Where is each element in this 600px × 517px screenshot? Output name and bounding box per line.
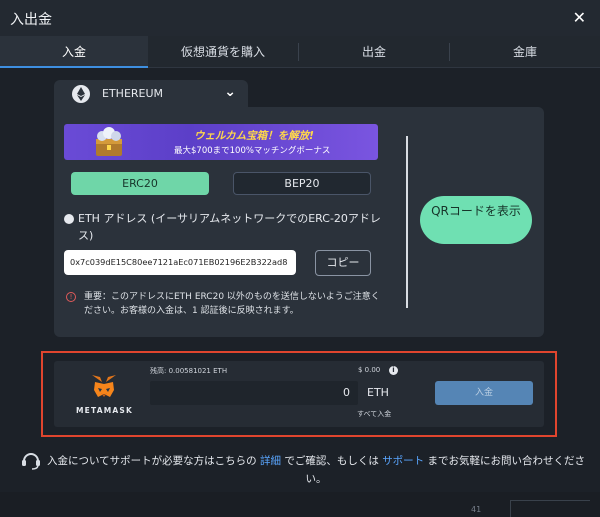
chevron-down-icon[interactable]: ⌄	[224, 84, 236, 100]
ethereum-small-icon	[64, 214, 74, 224]
vertical-divider	[406, 136, 408, 308]
background-element	[510, 500, 590, 517]
deposit-button[interactable]: 入金	[435, 381, 533, 405]
support-text: 入金についてサポートが必要な方はこちらの 詳細 でご確認、もしくは サポート ま…	[46, 452, 586, 488]
metamask-label: METAMASK	[76, 406, 134, 415]
support-text-before: 入金についてサポートが必要な方はこちらの	[46, 455, 257, 467]
bep20-button[interactable]: BEP20	[233, 172, 371, 195]
address-field[interactable]: 0x7c039dE15C80ee7121aEc071EB02196E2B322a…	[64, 250, 296, 275]
close-icon[interactable]: ✕	[573, 8, 586, 27]
show-qr-button[interactable]: QRコードを表示	[420, 196, 532, 244]
erc20-button[interactable]: ERC20	[71, 172, 209, 195]
amount-unit: ETH	[367, 386, 389, 399]
banner-headline: ウェルカム宝箱！を解放!	[194, 130, 314, 142]
support-text-mid: でご確認、もしくは	[284, 455, 379, 467]
support-link[interactable]: サポート	[382, 455, 424, 467]
address-label: ETH アドレス (イーサリアムネットワークでのERC-20アドレス)	[78, 212, 381, 242]
amount-input[interactable]: 0	[150, 381, 358, 405]
support-headset-icon	[22, 453, 40, 470]
window-title: 入出金	[10, 12, 52, 28]
info-icon[interactable]: i	[389, 366, 398, 375]
welcome-banner[interactable]: ウェルカム宝箱！を解放! 最大$700まで100%マッチングボーナス	[64, 124, 378, 160]
tab-bar: 入金 仮想通貨を購入 出金 金庫	[0, 36, 600, 68]
treasure-chest-icon	[96, 127, 122, 156]
metamask-fox-icon	[92, 375, 116, 397]
warning-text: 重要：このアドレスにETH ERC20 以外のものを送信しないようご注意ください…	[84, 292, 380, 316]
warning-icon: !	[66, 292, 76, 302]
ethereum-icon	[72, 85, 90, 103]
copy-button[interactable]: コピー	[315, 250, 371, 276]
tab-withdraw[interactable]: 出金	[299, 36, 449, 68]
banner-subline: 最大$700まで100%マッチングボーナス	[174, 146, 331, 156]
title-bar: 入出金 ✕	[0, 0, 600, 36]
details-link[interactable]: 詳細	[260, 455, 281, 467]
tab-vault[interactable]: 金庫	[450, 36, 600, 68]
coin-name: ETHEREUM	[102, 87, 164, 100]
coin-selector[interactable]: ETHEREUM ⌄	[54, 80, 248, 108]
balance-label: 残高: 0.00581021 ETH	[150, 367, 228, 375]
background-number: 41	[471, 505, 482, 514]
usd-value: $ 0.00	[358, 366, 381, 374]
tab-deposit[interactable]: 入金	[0, 36, 148, 68]
deposit-all-link[interactable]: すべて入金	[357, 409, 391, 419]
tab-buy-crypto[interactable]: 仮想通貨を購入	[148, 36, 298, 68]
